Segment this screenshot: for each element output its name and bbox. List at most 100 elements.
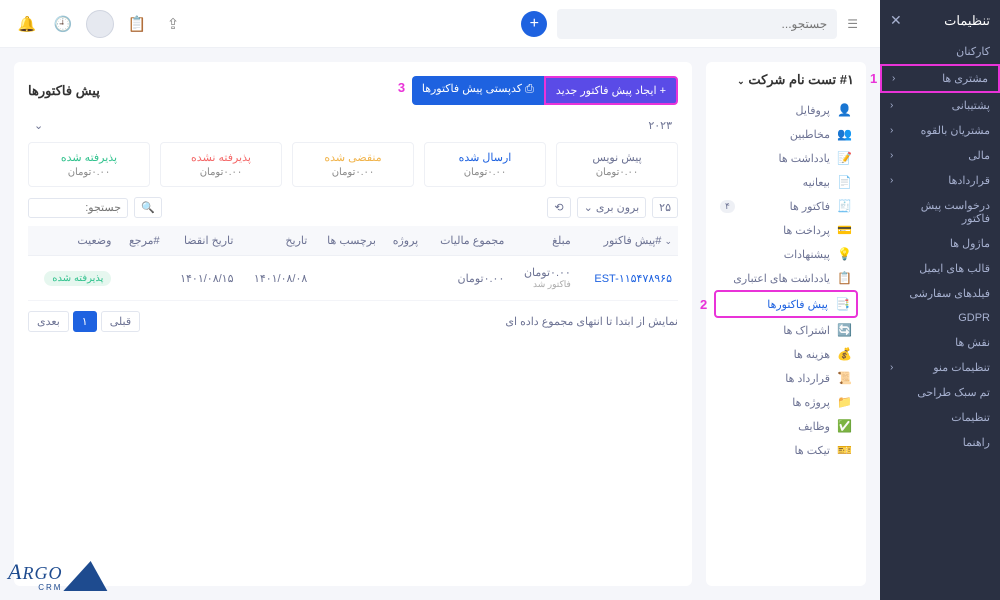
chevron-down-icon: ⌄: [664, 236, 672, 246]
sidebar-item-label: مشتریان بالقوه: [921, 124, 990, 137]
clipboard-icon[interactable]: 📋: [124, 11, 150, 37]
sidebar-item-label: درخواست پیش فاکتور: [890, 199, 990, 225]
topbar: ☰ + ⇪ 📋 🕘 🔔: [0, 0, 880, 48]
menu-toggle-icon[interactable]: ☰: [847, 17, 858, 31]
sidebar-item-3[interactable]: مشتریان بالقوه‹: [880, 118, 1000, 143]
quick-add-button[interactable]: +: [521, 11, 547, 37]
chevron-left-icon: ‹: [890, 362, 893, 373]
customer-nav-item-1[interactable]: 👥مخاطبین: [714, 122, 858, 146]
sidebar-item-label: کارکنان: [956, 45, 990, 58]
close-icon[interactable]: ✕: [890, 12, 902, 29]
col-header-5[interactable]: تاریخ: [239, 226, 313, 256]
sidebar-item-9[interactable]: فیلدهای سفارشی: [880, 281, 1000, 306]
sidebar-item-label: قالب های ایمیل: [919, 262, 990, 275]
sidebar-item-5[interactable]: قراردادها‹: [880, 168, 1000, 193]
customer-nav-item-6[interactable]: 💡پیشنهادات: [714, 242, 858, 266]
status-label: ارسال شده: [435, 151, 535, 164]
sidebar-item-13[interactable]: تم سبک طراحی: [880, 380, 1000, 405]
customer-nav-item-9[interactable]: 🔄اشتراک ها: [714, 318, 858, 342]
customer-nav-item-13[interactable]: ✅وظایف: [714, 414, 858, 438]
customer-nav-item-11[interactable]: 📜قرارداد ها: [714, 366, 858, 390]
sidebar-item-12[interactable]: تنظیمات منو‹: [880, 355, 1000, 380]
page-size-select[interactable]: ۲۵: [652, 197, 678, 218]
nav-icon: 📜: [838, 371, 852, 385]
customer-nav-item-0[interactable]: 👤 پروفایل: [714, 98, 858, 122]
status-label: پذیرفته شده: [39, 151, 139, 164]
nav-icon: 💡: [838, 247, 852, 261]
customer-nav-item-2[interactable]: 📝 یادداشت ها: [714, 146, 858, 170]
nav-label: پیش فاکتورها: [767, 298, 828, 311]
pager-next[interactable]: بعدی: [28, 311, 69, 332]
sidebar-item-label: قراردادها: [948, 174, 990, 187]
sidebar-item-label: فیلدهای سفارشی: [909, 287, 990, 300]
sidebar-item-4[interactable]: مالی ‹: [880, 143, 1000, 168]
sidebar-item-14[interactable]: تنظیمات: [880, 405, 1000, 430]
zip-estimates-button[interactable]: ⎙ کدپستی پیش فاکتورها: [412, 76, 544, 105]
col-header-0[interactable]: ⌄ #پیش فاکتور: [577, 226, 678, 256]
annotation-marker-3: 3: [398, 80, 405, 95]
create-estimate-button[interactable]: + ایجاد پیش فاکتور جدید: [544, 76, 678, 105]
clock-icon[interactable]: 🕘: [50, 11, 76, 37]
sidebar-item-8[interactable]: قالب های ایمیل: [880, 256, 1000, 281]
status-label: منقضی شده: [303, 151, 403, 164]
estimate-link[interactable]: EST-۱۱۵۴۷۸۹۶۵: [594, 273, 672, 285]
nav-badge: ۴: [720, 200, 735, 213]
avatar[interactable]: [86, 10, 114, 38]
col-header-6[interactable]: تاریخ انقضا: [166, 226, 240, 256]
sidebar-item-6[interactable]: درخواست پیش فاکتور: [880, 193, 1000, 231]
col-header-7[interactable]: #مرجع: [117, 226, 165, 256]
table-row[interactable]: EST-۱۱۵۴۷۸۹۶۵۰.۰۰تومانفاکتور شد۰.۰۰تومان…: [28, 256, 678, 301]
nav-icon: 🧾: [838, 199, 852, 213]
chevron-left-icon: ‹: [890, 150, 893, 161]
sidebar-item-15[interactable]: راهنما: [880, 430, 1000, 455]
sidebar-item-0[interactable]: کارکنان: [880, 39, 1000, 64]
col-header-8[interactable]: وضعیت: [28, 226, 117, 256]
sidebar-item-label: تم سبک طراحی: [917, 386, 990, 399]
col-header-1[interactable]: مبلغ: [510, 226, 576, 256]
customer-nav-item-10[interactable]: 💰هزینه ها: [714, 342, 858, 366]
customer-nav-item-8[interactable]: 📑پیش فاکتورها2: [714, 290, 858, 318]
nav-icon: 👤: [838, 103, 852, 117]
bell-icon[interactable]: 🔔: [14, 11, 40, 37]
table-footer-text: نمایش از ابتدا تا انتهای مجموع داده ای: [505, 315, 678, 328]
chevron-left-icon: ‹: [890, 100, 893, 111]
customer-nav-item-14[interactable]: 🎫تیکت ها: [714, 438, 858, 462]
customer-nav-item-3[interactable]: 📄بیعانیه: [714, 170, 858, 194]
table-search-icon[interactable]: 🔍: [134, 197, 162, 218]
status-label: پیش نویس: [567, 151, 667, 164]
customer-nav-item-12[interactable]: 📁پروژه ها: [714, 390, 858, 414]
sidebar-item-11[interactable]: نقش ها: [880, 330, 1000, 355]
sidebar-item-1[interactable]: مشتری ها‹1: [880, 64, 1000, 93]
sidebar-item-2[interactable]: پشتیبانی‹: [880, 93, 1000, 118]
nav-label: پروفایل: [796, 104, 830, 117]
customer-nav-item-5[interactable]: 💳پرداخت ها: [714, 218, 858, 242]
panel-title: پیش فاکتورها: [28, 83, 100, 99]
export-button[interactable]: برون بری ⌄: [577, 197, 647, 218]
sidebar-item-7[interactable]: ماژول ها: [880, 231, 1000, 256]
share-icon[interactable]: ⇪: [160, 11, 186, 37]
year-label: ۲۰۲۳: [648, 119, 672, 132]
nav-label: فاکتور ها: [790, 200, 830, 213]
col-header-2[interactable]: مجموع مالیات: [424, 226, 510, 256]
nav-icon: 📝: [838, 151, 852, 165]
status-card-1: ارسال شده۰.۰۰تومان: [424, 142, 546, 187]
nav-label: اشتراک ها: [783, 324, 830, 337]
search-input[interactable]: [567, 17, 827, 31]
sidebar-item-label: مالی: [968, 149, 990, 162]
year-dropdown-icon[interactable]: ⌄: [34, 119, 43, 132]
pager-prev[interactable]: قبلی: [101, 311, 140, 332]
sidebar-item-label: ماژول ها: [950, 237, 990, 250]
table-search-input[interactable]: [28, 198, 128, 218]
col-header-3[interactable]: پروژه: [382, 226, 424, 256]
brand-logo: ARGO CRM: [8, 559, 110, 592]
settings-sidebar: تنظیمات ✕ کارکنانمشتری ها‹1پشتیبانی‹مشتر…: [880, 0, 1000, 600]
sidebar-item-label: GDPR: [958, 312, 990, 324]
nav-label: یادداشت ها: [779, 152, 831, 165]
refresh-icon[interactable]: ⟲: [547, 197, 570, 218]
pager-page-1[interactable]: ۱: [73, 311, 97, 332]
customer-nav-item-7[interactable]: 📋یادداشت های اعتباری: [714, 266, 858, 290]
customer-nav-item-4[interactable]: 🧾 فاکتور ها ۴: [714, 194, 858, 218]
nav-icon: 💰: [838, 347, 852, 361]
sidebar-item-10[interactable]: GDPR: [880, 306, 1000, 330]
col-header-4[interactable]: برچسب ها: [313, 226, 382, 256]
